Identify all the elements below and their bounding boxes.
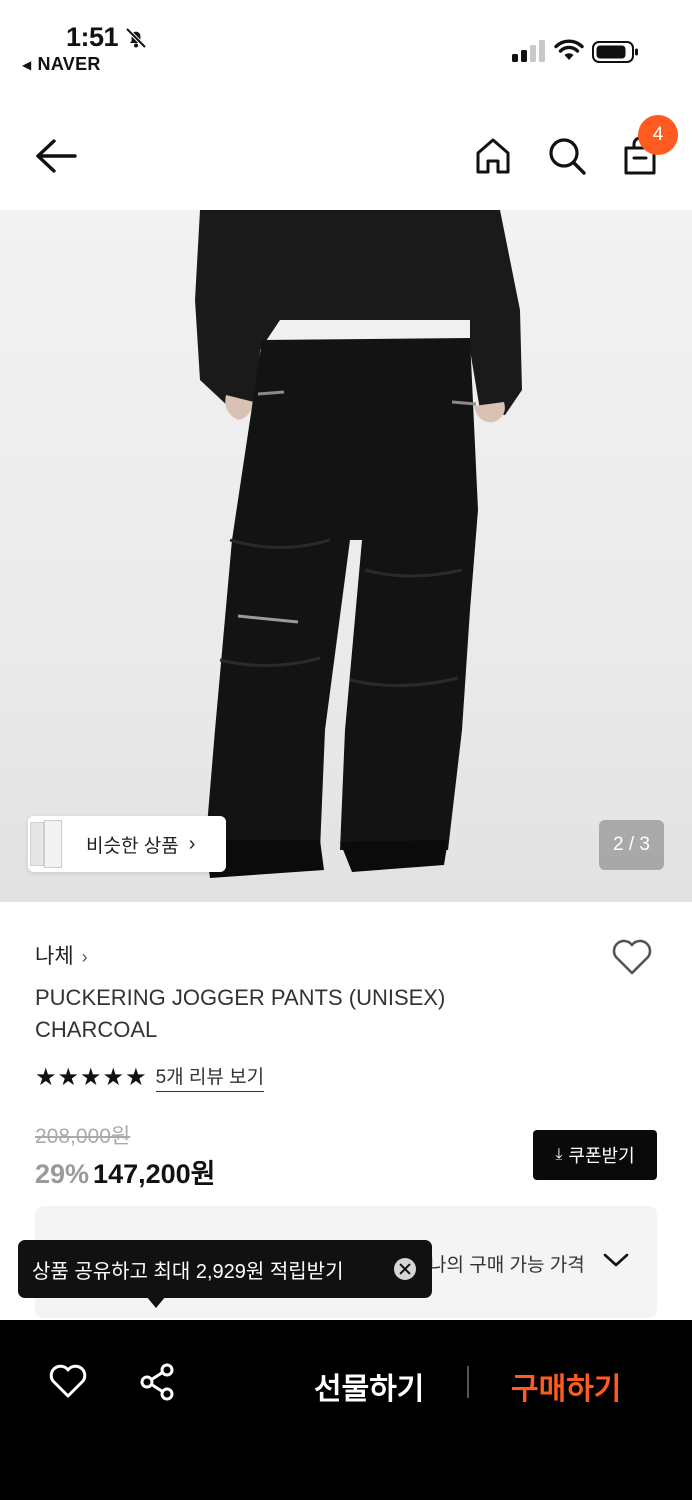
similar-products-button[interactable]: 비슷한 상품 › bbox=[28, 816, 226, 872]
back-triangle-icon: ◀ bbox=[22, 58, 32, 72]
back-app-label: NAVER bbox=[37, 54, 101, 74]
product-photo bbox=[195, 210, 522, 878]
toast-text: 상품 공유하고 최대 2,929원 적립받기 bbox=[32, 1260, 344, 1283]
close-icon[interactable] bbox=[394, 1258, 416, 1280]
image-counter: 2 / 3 bbox=[599, 820, 664, 870]
rating-row: ★★★★★ 5개 리뷰 보기 bbox=[35, 1062, 265, 1092]
chevron-right-icon: › bbox=[188, 832, 196, 855]
battery-icon bbox=[592, 40, 640, 69]
discount-percent: 29% bbox=[35, 1159, 90, 1189]
gift-button[interactable]: 선물하기 bbox=[314, 1364, 424, 1408]
chevron-right-icon: › bbox=[81, 947, 88, 967]
product-title: PUCKERING JOGGER PANTS (UNISEX) CHARCOAL bbox=[35, 985, 446, 1042]
product-image-gallery[interactable]: 비슷한 상품 › 2 / 3 bbox=[0, 210, 692, 902]
rating-stars-icon: ★★★★★ bbox=[35, 1063, 148, 1091]
back-arrow-icon[interactable] bbox=[34, 136, 78, 181]
original-price: 208,000원 bbox=[35, 1125, 131, 1148]
coupon-button[interactable]: ⤓ 쿠폰받기 bbox=[533, 1130, 657, 1180]
status-time: 1:51 bbox=[66, 22, 119, 52]
price-row: 29% 147,200원 bbox=[35, 1152, 216, 1191]
heart-icon[interactable] bbox=[48, 1362, 88, 1407]
my-price-label: 나의 구매 가능 가격 bbox=[429, 1255, 585, 1276]
search-icon[interactable] bbox=[547, 136, 587, 181]
wishlist-heart-icon[interactable] bbox=[610, 937, 654, 982]
similar-products-label: 비슷한 상품 bbox=[86, 835, 179, 857]
share-icon[interactable] bbox=[138, 1362, 178, 1407]
sale-price: 147,200원 bbox=[93, 1159, 216, 1189]
cellular-signal-icon bbox=[512, 40, 546, 67]
similar-product-thumbnail bbox=[28, 816, 64, 872]
buy-button[interactable]: 구매하기 bbox=[511, 1364, 621, 1408]
toast-pointer bbox=[146, 1296, 166, 1308]
bottom-bar-divider bbox=[467, 1366, 469, 1398]
bottom-action-bar: 선물하기 구매하기 bbox=[0, 1320, 692, 1500]
download-icon: ⤓ bbox=[555, 1146, 563, 1163]
status-bar: 1:51 ◀ NAVER bbox=[0, 0, 692, 100]
cart-count-badge: 4 bbox=[638, 115, 678, 155]
coupon-label: 쿠폰받기 bbox=[568, 1146, 635, 1166]
wifi-icon bbox=[554, 38, 584, 67]
bell-muted-icon bbox=[124, 26, 148, 55]
review-link[interactable]: 5개 리뷰 보기 bbox=[155, 1062, 265, 1092]
chevron-down-icon bbox=[603, 1252, 629, 1273]
home-icon[interactable] bbox=[474, 136, 512, 181]
back-to-app-link[interactable]: ◀ NAVER bbox=[22, 54, 101, 75]
share-reward-toast: 상품 공유하고 최대 2,929원 적립받기 bbox=[18, 1240, 432, 1298]
top-nav-bar: 4 bbox=[0, 100, 692, 210]
brand-name: 나체 bbox=[35, 945, 74, 968]
brand-link[interactable]: 나체 › bbox=[35, 940, 88, 970]
